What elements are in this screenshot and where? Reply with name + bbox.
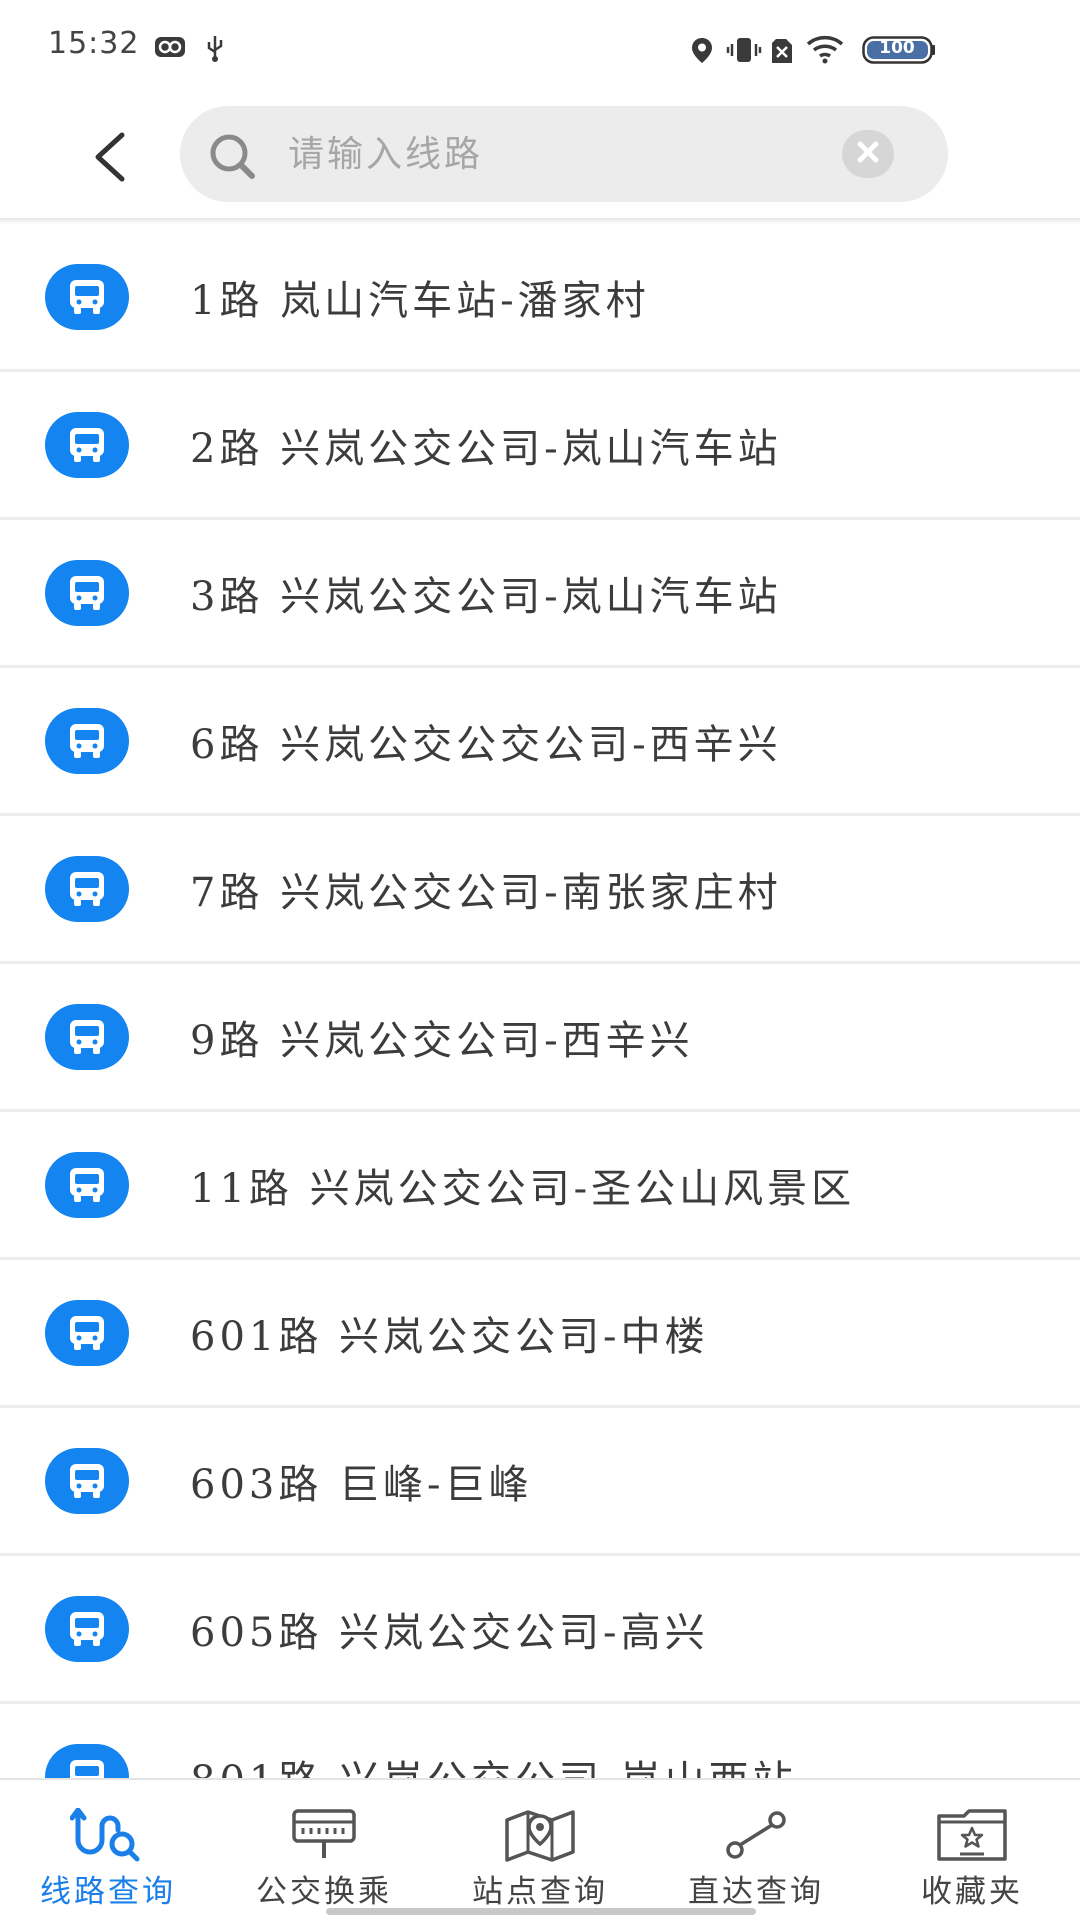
- route-item[interactable]: 7路 兴岚公交公司-南张家庄村: [0, 816, 1080, 964]
- route-name: 2路 兴岚公交公司-岚山汽车站: [190, 426, 782, 472]
- nav-route-search[interactable]: 线路查询: [0, 1780, 216, 1922]
- chevron-left-icon: [90, 131, 130, 187]
- search-input[interactable]: [288, 124, 848, 184]
- back-button[interactable]: [80, 124, 140, 194]
- route-item[interactable]: 605路 兴岚公交公司-高兴: [0, 1556, 1080, 1704]
- home-indicator[interactable]: [326, 1908, 756, 1915]
- route-item[interactable]: 601路 兴岚公交公司-中楼: [0, 1260, 1080, 1408]
- location-icon: [690, 36, 714, 68]
- nav-transfer[interactable]: 公交换乘: [216, 1780, 432, 1922]
- route-item[interactable]: 11路 兴岚公交公司-圣公山风景区: [0, 1112, 1080, 1260]
- route-item[interactable]: 1路 岚山汽车站-潘家村: [0, 224, 1080, 372]
- route-item[interactable]: 603路 巨峰-巨峰: [0, 1408, 1080, 1556]
- route-name: 1路 岚山汽车站-潘家村: [190, 278, 650, 324]
- bus-icon: [45, 412, 129, 478]
- route-item[interactable]: 9路 兴岚公交公司-西辛兴: [0, 964, 1080, 1112]
- transfer-icon: [216, 1808, 432, 1862]
- battery-icon: 100: [862, 36, 936, 68]
- search-header: [0, 96, 1080, 220]
- no-sim-icon: [770, 37, 794, 69]
- route-name: 11路 兴岚公交公司-圣公山风景区: [190, 1166, 856, 1212]
- search-bar[interactable]: [180, 106, 948, 202]
- clear-button[interactable]: [842, 130, 894, 178]
- favorites-folder-icon: [864, 1808, 1080, 1862]
- route-item[interactable]: 3路 兴岚公交公司-岚山汽车站: [0, 520, 1080, 668]
- bottom-nav: 线路查询 公交换乘 站点查询 直达查询 收藏夹: [0, 1778, 1080, 1922]
- bus-icon: [45, 560, 129, 626]
- nav-label: 线路查询: [40, 1874, 176, 1910]
- route-name: 605路 兴岚公交公司-高兴: [190, 1610, 709, 1656]
- search-icon: [208, 132, 258, 184]
- nav-label: 收藏夹: [921, 1874, 1023, 1910]
- route-name: 3路 兴岚公交公司-岚山汽车站: [190, 574, 782, 620]
- route-name: 603路 巨峰-巨峰: [190, 1462, 533, 1508]
- route-item[interactable]: 2路 兴岚公交公司-岚山汽车站: [0, 372, 1080, 520]
- bus-icon: [45, 1448, 129, 1514]
- route-name: 601路 兴岚公交公司-中楼: [190, 1314, 709, 1360]
- nav-direct-search[interactable]: 直达查询: [648, 1780, 864, 1922]
- route-name: 7路 兴岚公交公司-南张家庄村: [190, 870, 782, 916]
- direct-route-icon: [648, 1808, 864, 1862]
- route-name: 6路 兴岚公交公交公司-西辛兴: [190, 722, 782, 768]
- bus-icon: [45, 1300, 129, 1366]
- status-time: 15:32: [48, 26, 140, 61]
- route-list[interactable]: 1路 岚山汽车站-潘家村 2路 兴岚公交公司-岚山汽车站 3路 兴岚公交公司-岚…: [0, 224, 1080, 1778]
- bus-icon: [45, 1004, 129, 1070]
- bus-icon: [45, 708, 129, 774]
- clear-icon: [855, 139, 881, 169]
- usb-icon: [204, 34, 226, 66]
- bus-icon: [45, 264, 129, 330]
- route-name: 9路 兴岚公交公司-西辛兴: [190, 1018, 694, 1064]
- bus-icon: [45, 1152, 129, 1218]
- nav-label: 站点查询: [472, 1874, 608, 1910]
- nav-label: 直达查询: [688, 1874, 824, 1910]
- route-item[interactable]: 6路 兴岚公交公交公司-西辛兴: [0, 668, 1080, 816]
- wifi-icon: [806, 34, 844, 68]
- map-pin-icon: [432, 1808, 648, 1862]
- hd-icon: [154, 34, 186, 64]
- nav-favorites[interactable]: 收藏夹: [864, 1780, 1080, 1922]
- nav-label: 公交换乘: [256, 1874, 392, 1910]
- battery-level: 100: [879, 38, 915, 58]
- bus-icon: [45, 1596, 129, 1662]
- nav-stop-search[interactable]: 站点查询: [432, 1780, 648, 1922]
- bus-icon: [45, 1744, 129, 1778]
- vibrate-icon: [726, 36, 762, 68]
- bus-icon: [45, 856, 129, 922]
- status-bar: 15:32 100: [0, 0, 1080, 96]
- route-item[interactable]: 801路 兴岚公交公司-岚山西站: [0, 1704, 1080, 1778]
- route-search-icon: [0, 1808, 216, 1862]
- route-name: 801路 兴岚公交公司-岚山西站: [190, 1748, 797, 1778]
